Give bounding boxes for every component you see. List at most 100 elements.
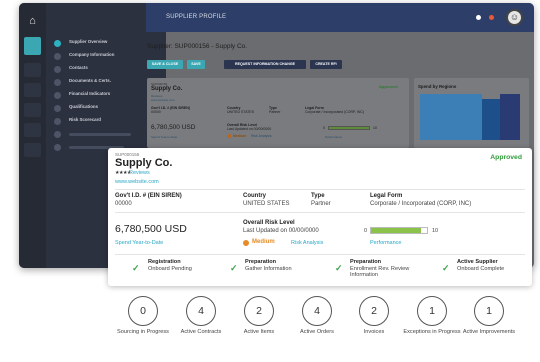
performance-bar: [370, 227, 428, 234]
metric-circle-items[interactable]: 2: [244, 296, 274, 326]
save-close-button[interactable]: SAVE & CLOSE: [147, 60, 183, 69]
sidebar-dot-icon: [54, 53, 61, 60]
metric-label: Active Orders: [300, 329, 334, 335]
risk-analysis-link[interactable]: Risk Analysis: [291, 240, 323, 246]
supplier-summary-card: SUP000156 Supply Co. Approved ★★★★ Revie…: [108, 148, 532, 286]
create-rfi-button[interactable]: CREATE RFI: [310, 60, 342, 69]
header-bar: SUPPLIER PROFILE ☺: [146, 3, 534, 32]
supplier-name: Supply Co.: [115, 157, 173, 169]
stage: ⌂ Supplier Overview Company Information …: [0, 0, 540, 362]
user-avatar-icon[interactable]: ☺: [506, 9, 523, 26]
performance-link[interactable]: Performance: [370, 240, 402, 246]
notification-dot-icon[interactable]: [476, 15, 481, 20]
country-label: Country: [243, 193, 266, 199]
rail-button[interactable]: [24, 123, 41, 137]
risk-updated: Last Updated on 00/00/0000: [243, 228, 319, 234]
metric-label: Active Improvements: [462, 329, 516, 335]
mini-country-value: UNITED STATES: [227, 110, 255, 114]
sidebar-dot-icon: [54, 79, 61, 86]
status-badge: Approved: [490, 154, 522, 161]
sidebar-placeholder-bar: [69, 133, 131, 136]
metric-circle-exceptions[interactable]: 1: [417, 296, 447, 326]
rail-button[interactable]: [24, 63, 41, 77]
page-title: SUPPLIER PROFILE: [166, 14, 227, 20]
supplier-nav-icon[interactable]: [24, 37, 41, 55]
save-button[interactable]: SAVE: [187, 60, 205, 69]
spend-ytd-link[interactable]: Spend Year-to-Date: [115, 240, 163, 246]
metric-circle-orders[interactable]: 4: [302, 296, 332, 326]
step-title: Active Supplier: [457, 259, 498, 265]
sidebar-item-label: Supplier Overview: [69, 39, 108, 44]
reviews-link[interactable]: Reviews: [129, 170, 150, 176]
performance-min: 0: [364, 228, 368, 234]
legal-form-label: Legal Form: [370, 193, 403, 199]
request-change-button[interactable]: REQUEST INFORMATION CHANGE: [224, 60, 306, 69]
gov-id-value: 00000: [115, 201, 132, 207]
mini-risk-updated: Last Updated on 00/00/0000: [227, 127, 272, 131]
sidebar-dot-icon: [54, 131, 61, 138]
risk-level-value: Medium: [252, 239, 275, 245]
metric-circle-improvements[interactable]: 1: [474, 296, 504, 326]
metric-circle-invoices[interactable]: 2: [359, 296, 389, 326]
sidebar-item-label: Contacts: [69, 65, 88, 70]
sidebar-dot-icon: [54, 40, 61, 47]
mini-type-value: Partner: [269, 110, 281, 114]
step-subtitle: Gather Information: [245, 266, 292, 272]
regions-title: Spend by Regions: [418, 84, 457, 89]
divider: [115, 212, 525, 213]
alert-dot-icon[interactable]: [489, 15, 494, 20]
mini-spend-amount: 6,780,500 USD: [151, 124, 196, 131]
mini-performance-link[interactable]: Performance: [325, 135, 342, 139]
mini-risk-analysis-link[interactable]: Risk Analysis: [251, 134, 272, 138]
mini-legal-value: Corporate / Incorporated (CORP, INC): [305, 110, 365, 114]
mini-gov-id-value: 00000: [151, 110, 161, 114]
icon-rail: ⌂: [19, 3, 46, 268]
website-link[interactable]: www.website.com: [115, 179, 159, 185]
rail-button[interactable]: [24, 143, 41, 157]
metric-label: Exceptions in Progress: [403, 329, 461, 335]
sidebar-item-label: Company Information: [69, 52, 115, 57]
type-label: Type: [311, 193, 325, 199]
sidebar-item-label: Qualifications: [69, 104, 99, 109]
step-subtitle: Enrollment Rev. Review Information: [350, 266, 410, 279]
mini-status-badge: Approved: [379, 84, 398, 89]
metric-label: Active Contracts: [180, 329, 222, 335]
legal-form-value: Corporate / Incorporated (CORP, INC): [370, 201, 472, 207]
gov-id-label: Gov't I.D. # (EIN SIREN): [115, 193, 182, 199]
check-icon: ✓: [442, 263, 450, 273]
mini-supplier-name: Supply Co.: [151, 86, 183, 92]
check-icon: ✓: [230, 263, 238, 273]
sidebar-dot-icon: [54, 92, 61, 99]
step-title: Preparation: [350, 259, 382, 265]
country-value: UNITED STATES: [243, 201, 290, 207]
sidebar-item-label: Documents & Certs.: [69, 78, 111, 83]
metric-circle-contracts[interactable]: 4: [186, 296, 216, 326]
metric-label: Active Items: [243, 329, 275, 335]
home-icon[interactable]: ⌂: [24, 14, 41, 28]
spend-by-regions-card: Spend by Regions: [414, 78, 529, 148]
sidebar-dot-icon: [54, 66, 61, 73]
supplier-heading: Supplier: SUP000156 - Supply Co.: [147, 43, 248, 50]
background-summary-card: SUP000156 Supply Co. Approved Reviews ww…: [147, 78, 409, 148]
rail-button[interactable]: [24, 83, 41, 97]
rail-button[interactable]: [24, 103, 41, 117]
risk-dot-icon: [243, 240, 249, 246]
sidebar-dot-icon: [54, 118, 61, 125]
step-title: Preparation: [245, 259, 277, 265]
mini-website-link[interactable]: www.website.com: [151, 98, 175, 102]
mini-performance-bar: [328, 126, 370, 130]
mini-spend-link[interactable]: Spend Year-to-Date: [151, 135, 177, 139]
metric-label: Invoices: [363, 329, 385, 335]
risk-level-label: Overall Risk Level: [243, 220, 295, 226]
step-subtitle: Onboard Pending: [148, 266, 192, 272]
type-value: Partner: [311, 201, 331, 207]
divider: [115, 189, 525, 190]
mini-perf-max: 10: [373, 126, 377, 130]
region-bar: [420, 94, 482, 140]
step-title: Registration: [148, 259, 181, 265]
region-bar: [500, 94, 520, 140]
metric-circle-sourcing[interactable]: 0: [128, 296, 158, 326]
sidebar-dot-icon: [54, 144, 61, 151]
metric-label: Sourcing in Progress: [117, 329, 169, 335]
mini-perf-min: 0: [323, 126, 325, 130]
